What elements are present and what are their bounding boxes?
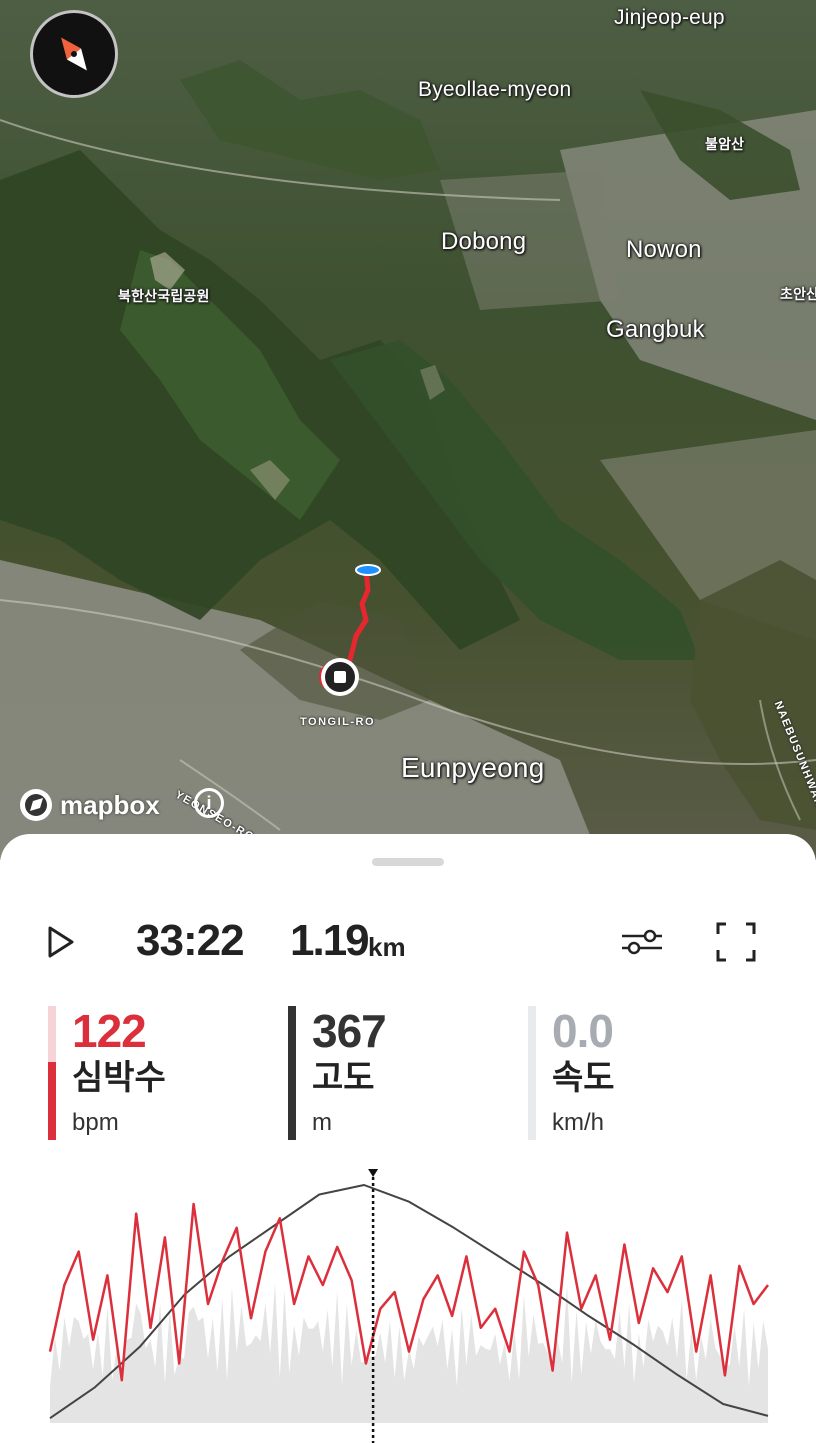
metric-level-bar	[288, 1006, 296, 1140]
heart-rate-value: 122	[72, 1005, 147, 1057]
map-info-button[interactable]: i	[194, 788, 224, 818]
place-label-dobong: Dobong	[441, 228, 527, 255]
place-label-bulamsan: 불암산	[705, 136, 745, 152]
place-label-choan: 초안산	[780, 286, 816, 302]
place-label-bukhansan: 북한산국립공원	[118, 288, 210, 304]
metric-heart-rate[interactable]: 122 심박수 bpm	[48, 1006, 268, 1140]
metric-speed[interactable]: 0.0 속도 km/h	[528, 1006, 748, 1140]
info-icon: i	[206, 792, 212, 813]
workout-chart[interactable]	[0, 1165, 816, 1443]
compass-button[interactable]	[30, 10, 118, 98]
cursor-marker-icon	[368, 1169, 379, 1177]
mapbox-logo-icon	[20, 789, 52, 821]
speed-value: 0.0	[552, 1005, 614, 1057]
mapbox-wordmark: mapbox	[60, 789, 160, 820]
map-view[interactable]: Jinjeop-eup Byeollae-myeon 불암산 Dobong No…	[0, 0, 816, 860]
fullscreen-icon[interactable]	[712, 920, 760, 964]
drag-handle[interactable]	[372, 858, 444, 866]
altitude-value: 367	[312, 1005, 387, 1057]
play-icon[interactable]	[44, 924, 78, 960]
heart-rate-label: 심박수	[72, 1059, 166, 1097]
sliders-icon[interactable]	[616, 924, 668, 960]
background-area	[50, 1283, 768, 1423]
metric-level-bar	[48, 1006, 56, 1140]
compass-icon	[61, 37, 87, 71]
place-label-byeollae: Byeollae-myeon	[418, 78, 572, 101]
metric-level-bar	[528, 1006, 536, 1140]
place-label-gangbuk: Gangbuk	[606, 316, 705, 343]
road-label-tongil: TONGIL-RO	[300, 716, 376, 728]
terrain-imagery	[0, 0, 816, 860]
metric-level-fill	[48, 1062, 56, 1140]
place-label-eunpyeong: Eunpyeong	[401, 752, 545, 783]
distance-unit: km	[368, 932, 406, 962]
speed-unit: km/h	[552, 1109, 605, 1136]
altitude-unit: m	[312, 1109, 332, 1136]
place-label-jinjeop: Jinjeop-eup	[614, 6, 725, 29]
mapbox-attribution[interactable]: mapbox	[18, 786, 160, 824]
metric-level-fill	[288, 1006, 296, 1140]
speed-label: 속도	[552, 1059, 615, 1097]
metric-altitude[interactable]: 367 고도 m	[288, 1006, 508, 1140]
heart-rate-unit: bpm	[72, 1109, 119, 1136]
distance-value: 1.19	[290, 916, 370, 965]
altitude-label: 고도	[312, 1059, 375, 1097]
start-marker	[355, 564, 381, 576]
place-label-nowon: Nowon	[626, 236, 702, 263]
elapsed-time: 33:22	[136, 916, 245, 965]
